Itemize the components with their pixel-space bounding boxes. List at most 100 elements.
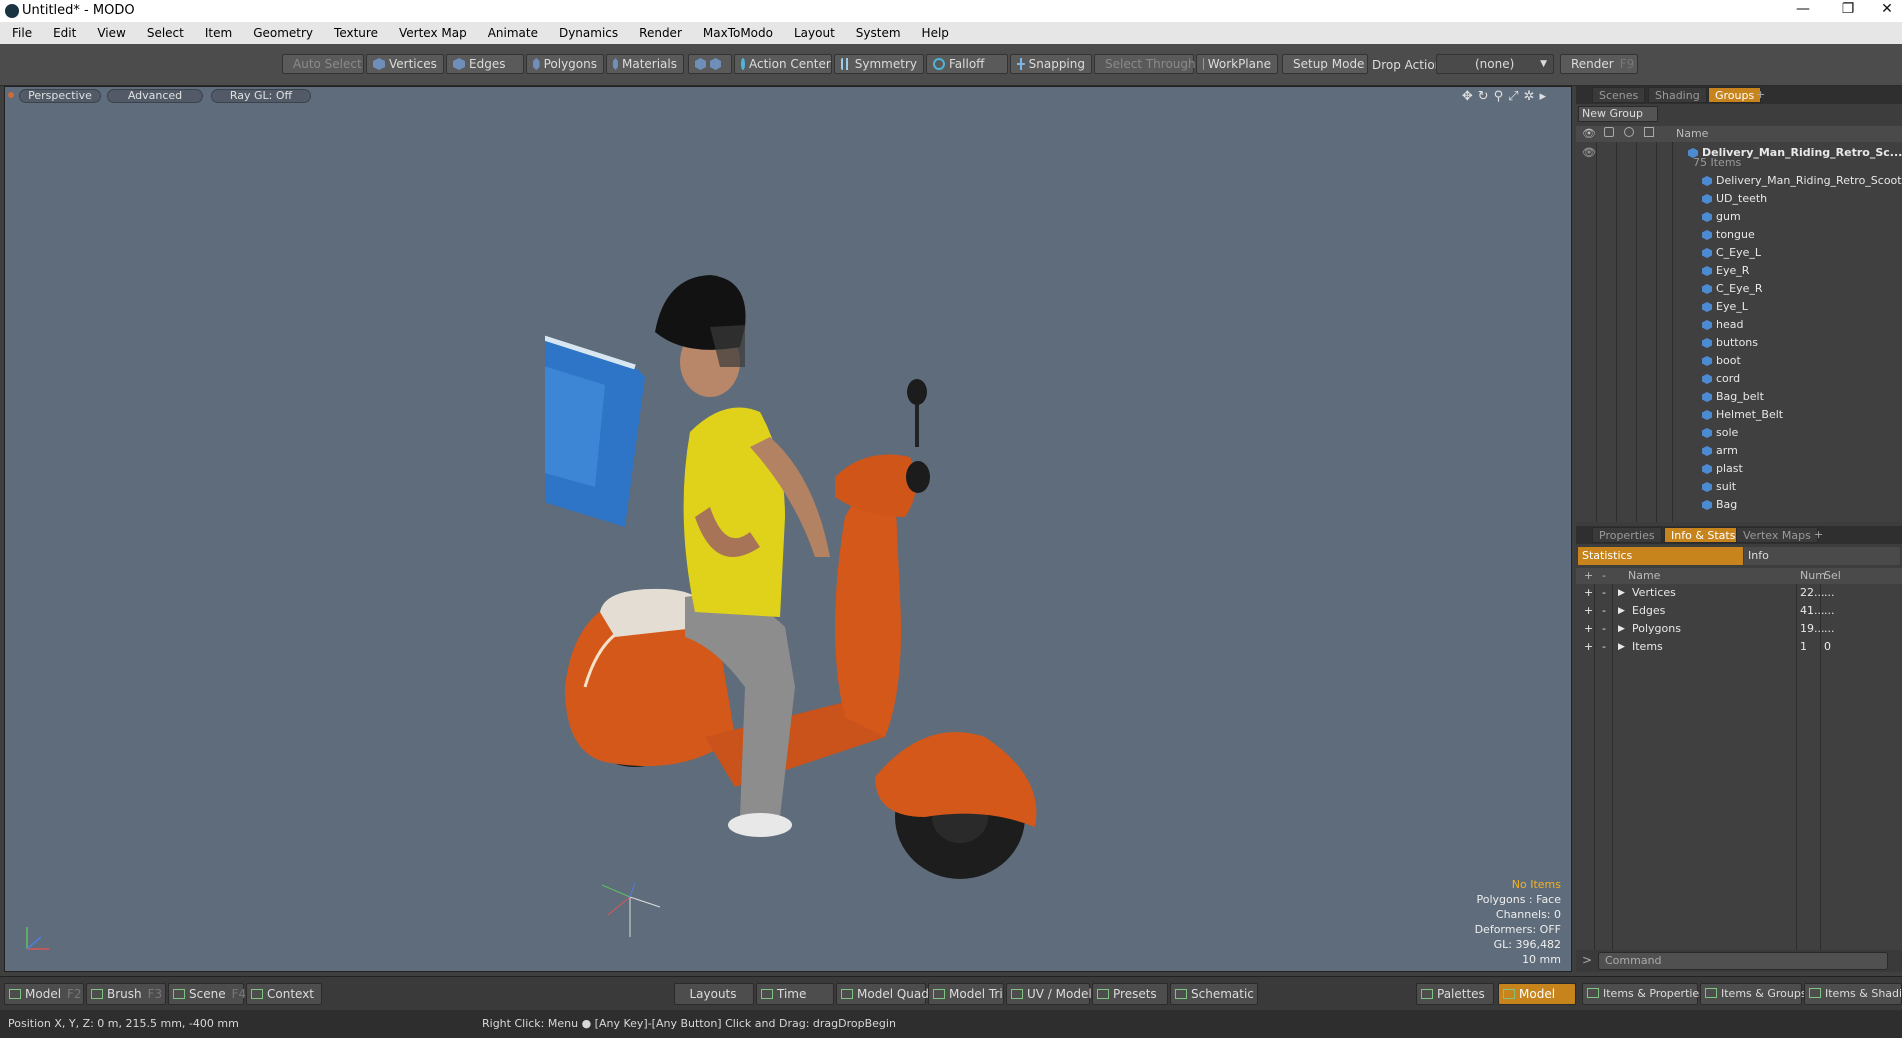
snapping-button[interactable]: Snapping bbox=[1010, 54, 1092, 74]
menu-dynamics[interactable]: Dynamics bbox=[559, 26, 618, 40]
menu-layout[interactable]: Layout bbox=[794, 26, 835, 40]
menu-file[interactable]: File bbox=[12, 26, 32, 40]
command-row: > Command bbox=[1576, 950, 1902, 972]
command-input[interactable]: Command bbox=[1598, 952, 1888, 970]
list-item[interactable]: C_Eye_L bbox=[1576, 244, 1902, 262]
vertices-button[interactable]: Vertices bbox=[366, 54, 444, 74]
list-item[interactable]: Eye_L bbox=[1576, 298, 1902, 316]
polygons-button[interactable]: Polygons bbox=[526, 54, 604, 74]
mode-model[interactable]: Model F2 bbox=[4, 983, 84, 1005]
table-row[interactable]: + - ▶ Edges 41... ... bbox=[1576, 602, 1902, 620]
add-tab-icon[interactable]: + bbox=[1756, 88, 1765, 101]
table-row[interactable]: + - ▶ Polygons 19... ... bbox=[1576, 620, 1902, 638]
list-item[interactable]: C_Eye_R bbox=[1576, 280, 1902, 298]
list-item[interactable]: Eye_R bbox=[1576, 262, 1902, 280]
render-button[interactable]: Render F9 bbox=[1560, 54, 1638, 74]
view-uv-model[interactable]: UV / Model bbox=[1006, 983, 1092, 1005]
palettes-button[interactable]: Palettes bbox=[1416, 983, 1494, 1005]
viewport-menu-icon[interactable] bbox=[8, 92, 14, 98]
menu-geometry[interactable]: Geometry bbox=[253, 26, 313, 40]
items-groups-button[interactable]: Items & Groups bbox=[1700, 983, 1807, 1005]
view-model-quad[interactable]: Model Quad bbox=[836, 983, 929, 1005]
table-row[interactable]: + - ▶ Items 1 0 bbox=[1576, 638, 1902, 656]
setup-mode-button[interactable]: Setup Mode bbox=[1282, 54, 1368, 74]
workplane-button[interactable]: WorkPlane bbox=[1196, 54, 1278, 74]
menu-render[interactable]: Render bbox=[639, 26, 682, 40]
list-item[interactable]: Bag bbox=[1576, 496, 1902, 514]
tab-perspective[interactable]: Perspective bbox=[19, 89, 101, 103]
view-model-tri[interactable]: Model Tri bbox=[928, 983, 1004, 1005]
close-button[interactable]: ✕ bbox=[1872, 1, 1902, 17]
selection-sets-button[interactable] bbox=[688, 54, 732, 74]
expand-arrow-icon[interactable]: ▶ bbox=[1618, 602, 1625, 620]
list-item[interactable]: sole bbox=[1576, 424, 1902, 442]
layout-icon bbox=[1809, 988, 1821, 998]
list-item[interactable]: Bag_belt bbox=[1576, 388, 1902, 406]
menu-texture[interactable]: Texture bbox=[334, 26, 378, 40]
tab-properties[interactable]: Properties bbox=[1592, 527, 1662, 543]
menu-select[interactable]: Select bbox=[147, 26, 184, 40]
tab-scenes[interactable]: Scenes bbox=[1592, 87, 1646, 103]
main-toolbar: Auto Select Vertices Edges Polygons Mate… bbox=[0, 44, 1902, 86]
edges-button[interactable]: Edges bbox=[446, 54, 524, 74]
list-item[interactable]: Delivery_Man_Riding_Retro_Scooter bbox=[1576, 172, 1902, 190]
menu-maxtomodo[interactable]: MaxToModo bbox=[703, 26, 773, 40]
new-group-button[interactable]: New Group bbox=[1578, 106, 1658, 122]
expand-arrow-icon[interactable]: ▶ bbox=[1618, 584, 1625, 602]
layouts-button[interactable]: Layouts bbox=[674, 983, 754, 1005]
front-fender bbox=[875, 732, 1037, 827]
list-item[interactable]: suit bbox=[1576, 478, 1902, 496]
layout-icon bbox=[1503, 989, 1515, 999]
add-tab-icon[interactable]: + bbox=[1814, 528, 1823, 541]
hud-polygons: Polygons : Face bbox=[1476, 893, 1561, 906]
menu-system[interactable]: System bbox=[856, 26, 901, 40]
materials-button[interactable]: Materials bbox=[606, 54, 684, 74]
tab-vertex-maps[interactable]: Vertex Maps bbox=[1736, 527, 1818, 543]
tab-info-stats[interactable]: Info & Stats bbox=[1664, 527, 1743, 543]
tab-groups[interactable]: Groups bbox=[1708, 87, 1762, 103]
action-center-button[interactable]: Action Center bbox=[734, 54, 832, 74]
expand-arrow-icon[interactable]: ▶ bbox=[1618, 620, 1625, 638]
view-presets[interactable]: Presets bbox=[1092, 983, 1168, 1005]
mode-brush[interactable]: Brush F3 bbox=[86, 983, 166, 1005]
drop-action-select[interactable]: (none) ▼ bbox=[1436, 54, 1554, 74]
table-row[interactable]: + - ▶ Vertices 22... ... bbox=[1576, 584, 1902, 602]
tab-advanced[interactable]: Advanced bbox=[107, 89, 203, 103]
list-item[interactable]: buttons bbox=[1576, 334, 1902, 352]
minimize-button[interactable]: — bbox=[1788, 1, 1818, 17]
list-item[interactable]: head bbox=[1576, 316, 1902, 334]
tab-shading[interactable]: Shading bbox=[1648, 87, 1707, 103]
menu-animate[interactable]: Animate bbox=[488, 26, 538, 40]
3d-viewport[interactable]: Perspective Advanced Ray GL: Off ✥↻⚲⤢✲▸ bbox=[4, 86, 1572, 972]
restore-button[interactable]: ❐ bbox=[1833, 1, 1863, 17]
list-item[interactable]: gum bbox=[1576, 208, 1902, 226]
symmetry-button[interactable]: Symmetry bbox=[834, 54, 924, 74]
viewport-nav-icons[interactable]: ✥↻⚲⤢✲▸ bbox=[1462, 89, 1551, 104]
list-item[interactable]: UD_teeth bbox=[1576, 190, 1902, 208]
model-layout-button[interactable]: Model bbox=[1498, 983, 1576, 1005]
menu-item[interactable]: Item bbox=[205, 26, 232, 40]
mode-scene[interactable]: Scene F4 bbox=[168, 983, 246, 1005]
list-item[interactable]: cord bbox=[1576, 370, 1902, 388]
items-shading-button[interactable]: Items & Shading bbox=[1804, 983, 1902, 1005]
select-through-button[interactable]: Select Through bbox=[1094, 54, 1196, 74]
list-item[interactable]: plast bbox=[1576, 460, 1902, 478]
mode-context[interactable]: Context bbox=[246, 983, 322, 1005]
falloff-button[interactable]: Falloff bbox=[926, 54, 1008, 74]
list-item[interactable]: Helmet_Belt bbox=[1576, 406, 1902, 424]
menu-edit[interactable]: Edit bbox=[53, 26, 76, 40]
expand-arrow-icon[interactable]: ▶ bbox=[1618, 638, 1625, 656]
time-button[interactable]: Time bbox=[756, 983, 834, 1005]
menu-help[interactable]: Help bbox=[922, 26, 949, 40]
statistics-tab[interactable]: Statistics bbox=[1578, 547, 1743, 565]
menu-vertex-map[interactable]: Vertex Map bbox=[399, 26, 467, 40]
list-item[interactable]: boot bbox=[1576, 352, 1902, 370]
list-item[interactable]: arm bbox=[1576, 442, 1902, 460]
info-tab[interactable]: Info bbox=[1744, 547, 1900, 565]
list-item[interactable]: tongue bbox=[1576, 226, 1902, 244]
menu-view[interactable]: View bbox=[97, 26, 125, 40]
view-schematic[interactable]: Schematic bbox=[1170, 983, 1258, 1005]
auto-select-button[interactable]: Auto Select bbox=[282, 54, 364, 74]
items-properties-button[interactable]: Items & Properties bbox=[1582, 983, 1705, 1005]
tab-ray-gl[interactable]: Ray GL: Off bbox=[211, 89, 311, 103]
